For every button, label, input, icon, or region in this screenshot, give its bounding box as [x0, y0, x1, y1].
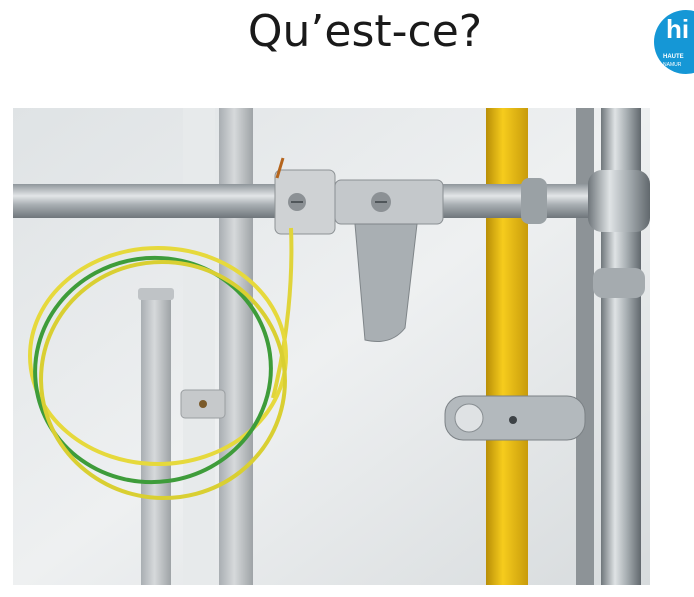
yellow-gas-pipe	[486, 108, 528, 585]
pipe-clamp	[444, 395, 586, 441]
logo-line1: HAUTE	[663, 54, 684, 60]
slide: Qu’est-ce? hi HAUTE NAMUR	[0, 0, 694, 597]
school-logo: hi HAUTE NAMUR	[654, 10, 694, 74]
slide-title: Qu’est-ce?	[247, 6, 483, 57]
grey-conduit-right	[219, 108, 253, 585]
logo-line2: NAMUR	[663, 62, 682, 68]
earthing-clamp-photo	[13, 108, 650, 585]
grey-conduit-left	[141, 293, 171, 585]
logo-letters: hi	[666, 14, 689, 44]
